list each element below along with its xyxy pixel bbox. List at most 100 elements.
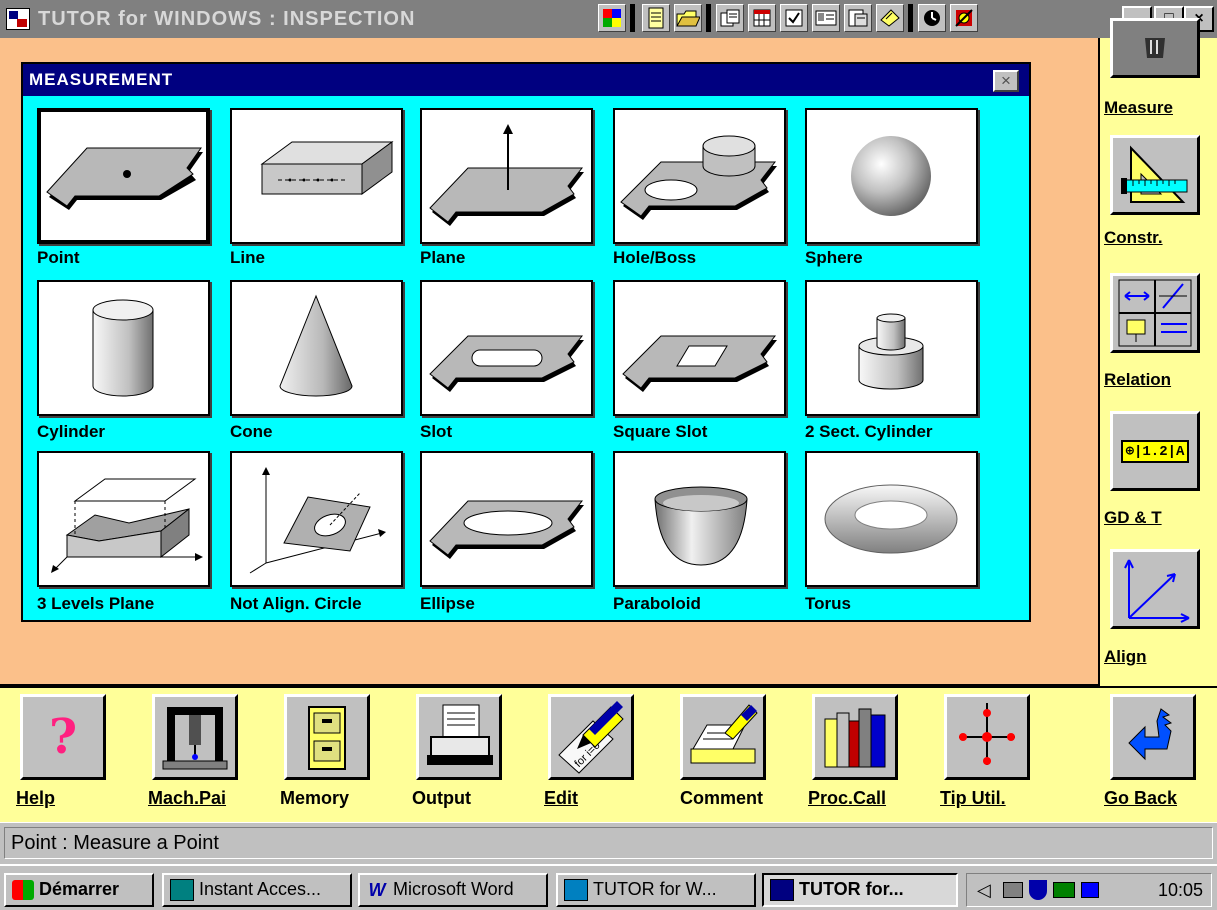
toolbar-separator [908,4,913,32]
cone-label: Cone [230,422,273,441]
sphere-tile[interactable] [805,108,978,244]
two-section-cylinder-icon [858,313,924,390]
ellipse-icon [429,500,584,559]
instant-access-icon [170,879,194,902]
help-button[interactable]: ? [20,694,106,780]
color-palette-icon[interactable] [598,4,626,32]
line-tile[interactable] [230,108,403,244]
help-icon: ? [48,709,78,765]
plane-tile[interactable] [420,108,593,244]
hole-boss-icon [620,135,777,220]
square-slot-tile[interactable] [613,280,786,416]
clock-icon[interactable] [918,4,946,32]
memory-button[interactable] [284,694,370,780]
taskbar-item-label: TUTOR for W... [593,879,717,899]
three-levels-plane-icon [51,478,203,573]
windows-logo-icon [12,880,34,901]
dialog-title-bar[interactable]: MEASUREMENT × [23,64,1029,96]
torus-tile[interactable] [805,451,978,587]
measure-button[interactable] [1110,18,1200,78]
edit-button[interactable]: for i=0 [548,694,634,780]
right-toolbar: Measure Constr. Relation ⊕|1.2|A GD & T … [1100,18,1217,686]
go-back-arrow-icon [1128,708,1173,761]
line-label: Line [230,248,265,267]
word-icon: W [368,880,386,901]
output-label: Output [412,788,471,808]
hole-boss-tile[interactable] [613,108,786,244]
network-icon[interactable] [1003,882,1023,898]
note-icon[interactable] [876,4,904,32]
printer-icon [427,704,493,765]
measure-icon [1145,38,1165,58]
not-aligned-circle-label: Not Align. Circle [230,594,362,613]
plane-label: Plane [420,248,466,267]
three-levels-plane-tile[interactable] [37,451,210,587]
gdt-button[interactable]: ⊕|1.2|A [1110,411,1200,491]
window-title-bar[interactable]: TUTOR for WINDOWS : INSPECTION _ □ × [0,0,1217,38]
align-icon [1124,559,1190,623]
machine-parameters-icon [162,707,228,770]
point-label: Point [37,248,80,267]
machine-parameters-button[interactable] [152,694,238,780]
tutor-icon [770,879,794,902]
toolbar-separator [630,4,635,32]
three-levels-plane-label: 3 Levels Plane [37,594,155,613]
slot-label: Slot [420,422,453,441]
output-button[interactable] [416,694,502,780]
construction-button[interactable] [1110,135,1200,215]
clock: 10:05 [1157,880,1203,900]
gdt-icon: ⊕|1.2|A [1120,439,1190,463]
card-icon[interactable] [812,4,840,32]
monitor-icon[interactable] [1053,882,1075,898]
taskbar-item-tutor-1[interactable]: TUTOR for W... [556,873,756,907]
cylinder-label: Cylinder [37,422,106,441]
proc-call-button[interactable] [812,694,898,780]
print-preview-icon[interactable] [716,4,744,32]
shield-icon[interactable] [1029,880,1047,900]
taskbar-item-tutor-2[interactable]: TUTOR for... [762,873,958,907]
ellipse-tile[interactable] [420,451,593,587]
point-tile[interactable] [37,108,210,244]
tutor-icon [564,879,588,902]
grid-icon[interactable] [748,4,776,32]
help-label: Help [16,788,56,808]
not-aligned-circle-tile[interactable] [230,451,403,587]
notepad-icon[interactable] [642,4,670,32]
tip-util-label: Tip Util. [940,788,1006,808]
taskbar-item-label: TUTOR for... [799,879,904,899]
cylinder-icon [92,299,154,397]
slot-tile[interactable] [420,280,593,416]
align-button[interactable] [1110,549,1200,629]
two-section-cylinder-tile[interactable] [805,280,978,416]
cylinder-tile[interactable] [37,280,210,416]
cone-tile[interactable] [230,280,403,416]
start-button[interactable]: Démarrer [4,873,154,907]
construction-icon [1121,145,1188,203]
go-back-button[interactable] [1110,694,1196,780]
paraboloid-tile[interactable] [613,451,786,587]
edit-pen-icon: for i=0 [558,701,624,774]
taskbar-item-instant-access[interactable]: Instant Acces... [162,873,352,907]
report-icon[interactable] [844,4,872,32]
dialog-close-button[interactable]: × [993,70,1019,92]
tip-util-button[interactable] [944,694,1030,780]
status-text: Point : Measure a Point [4,827,1213,859]
paraboloid-label: Paraboloid [613,594,701,613]
proc-call-label: Proc.Call [808,788,887,808]
comment-icon [690,704,758,764]
taskbar-item-microsoft-word[interactable]: W Microsoft Word [358,873,548,907]
checklist-icon[interactable] [780,4,808,32]
speaker-icon[interactable]: ◁ [977,880,991,901]
relation-button[interactable] [1110,273,1200,353]
sphere-icon [851,136,931,216]
start-label: Démarrer [39,879,120,899]
app-icon[interactable] [6,8,30,30]
open-folder-icon[interactable] [674,4,702,32]
construction-label: Constr. [1104,228,1163,247]
machine-parameters-label: Mach.Pai [148,788,227,808]
tools-icon[interactable] [950,4,978,32]
not-aligned-circle-icon [249,467,386,574]
scheduler-icon[interactable] [1081,882,1099,898]
comment-button[interactable] [680,694,766,780]
two-section-cylinder-label: 2 Sect. Cylinder [805,422,933,441]
